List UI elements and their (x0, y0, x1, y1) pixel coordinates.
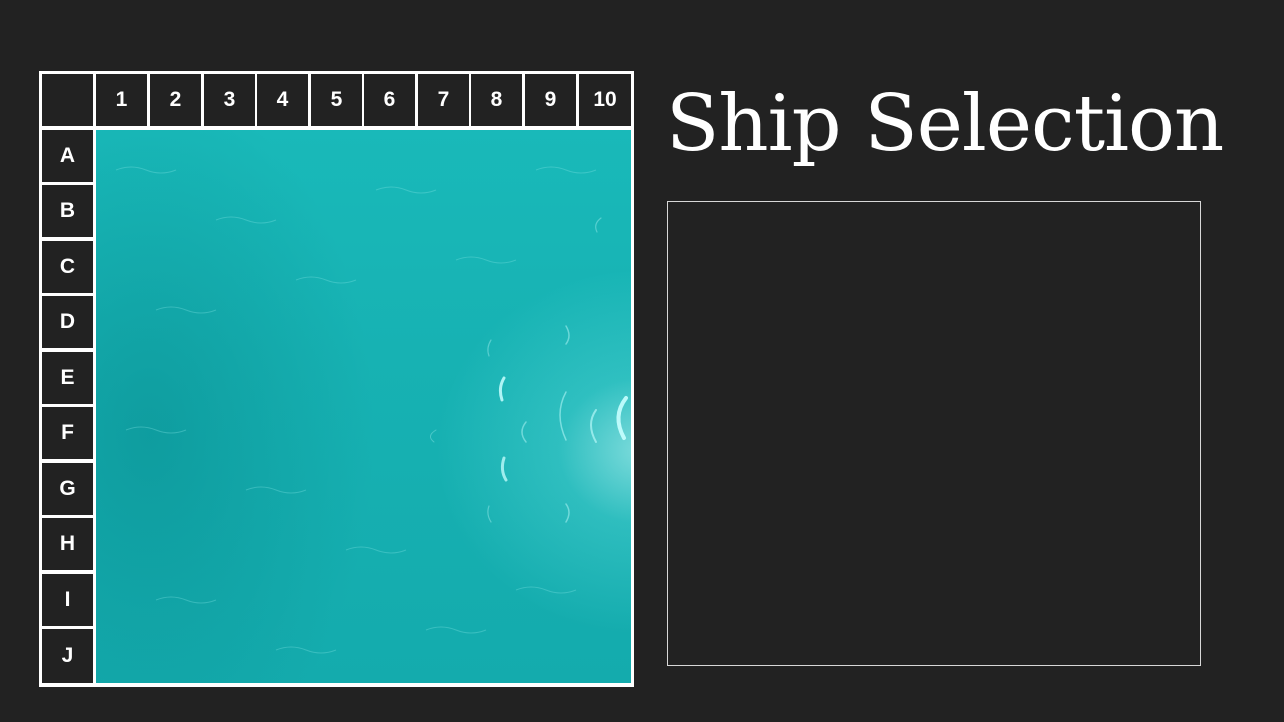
row-header-g: G (42, 463, 93, 515)
column-header-2: 2 (150, 74, 201, 126)
column-header-4: 4 (257, 74, 308, 126)
column-header-9: 9 (525, 74, 576, 126)
column-header-7: 7 (418, 74, 469, 126)
wave-texture (115, 166, 628, 654)
ship-selection-panel[interactable] (667, 201, 1201, 666)
row-header-i: I (42, 574, 93, 626)
row-header-d: D (42, 296, 93, 348)
page-title: Ship Selection (666, 79, 1224, 169)
column-header-5: 5 (311, 74, 362, 126)
game-board: 1 2 3 4 5 6 7 8 9 10 A B C D E F G H I J (39, 71, 634, 687)
column-header-3: 3 (204, 74, 255, 126)
row-header-a: A (42, 130, 93, 182)
board-corner (42, 74, 93, 126)
column-header-6: 6 (364, 74, 415, 126)
row-header-c: C (42, 241, 93, 293)
column-header-10: 10 (579, 74, 631, 126)
column-header-1: 1 (96, 74, 147, 126)
row-header-h: H (42, 518, 93, 570)
ocean-grid[interactable] (96, 130, 631, 683)
row-header-e: E (42, 352, 93, 404)
row-header-f: F (42, 407, 93, 459)
row-header-j: J (42, 629, 93, 683)
column-header-8: 8 (471, 74, 522, 126)
row-header-b: B (42, 185, 93, 237)
